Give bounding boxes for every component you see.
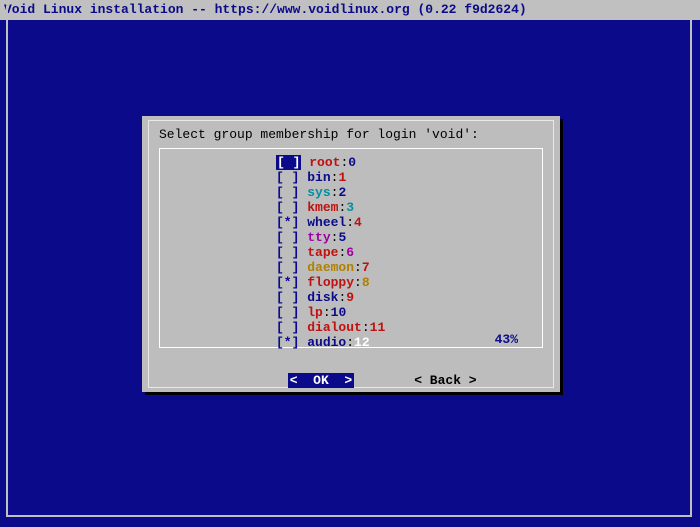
dialog-prompt: Select group membership for login 'void'…	[159, 125, 543, 148]
group-item-sys[interactable]: [ ] sys:2	[166, 185, 536, 200]
group-id: 7	[362, 260, 370, 275]
group-name: wheel	[307, 215, 346, 230]
group-name: floppy	[307, 275, 354, 290]
group-id: 11	[370, 320, 386, 335]
checkbox-icon[interactable]: [ ]	[276, 290, 299, 305]
group-id: 9	[346, 290, 354, 305]
ok-button[interactable]: < OK >	[288, 373, 354, 388]
group-id: 10	[331, 305, 347, 320]
group-name: audio	[307, 335, 346, 350]
separator: :	[323, 305, 331, 320]
group-item-wheel[interactable]: [*] wheel:4	[166, 215, 536, 230]
checkbox-icon[interactable]: [ ]	[276, 230, 299, 245]
group-id: 4	[354, 215, 362, 230]
group-name: tty	[307, 230, 330, 245]
group-name: daemon	[307, 260, 354, 275]
checkbox-icon[interactable]: [*]	[276, 335, 299, 350]
group-id: 2	[338, 185, 346, 200]
group-item-audio[interactable]: [*] audio:12	[166, 335, 536, 350]
separator: :	[362, 320, 370, 335]
checkbox-icon[interactable]: [ ]	[276, 305, 299, 320]
group-item-daemon[interactable]: [ ] daemon:7	[166, 260, 536, 275]
separator: :	[354, 260, 362, 275]
group-id: 0	[348, 155, 356, 170]
group-name: bin	[307, 170, 330, 185]
checkbox-icon[interactable]: [ ]	[276, 320, 299, 335]
checkbox-icon[interactable]: [ ]	[276, 185, 299, 200]
group-item-tty[interactable]: [ ] tty:5	[166, 230, 536, 245]
group-id: 3	[346, 200, 354, 215]
group-item-kmem[interactable]: [ ] kmem:3	[166, 200, 536, 215]
checkbox-icon[interactable]: [ ]	[276, 170, 299, 185]
group-id: 1	[338, 170, 346, 185]
checkbox-icon[interactable]: [ ]	[276, 260, 299, 275]
group-membership-dialog: Select group membership for login 'void'…	[142, 116, 560, 392]
group-list[interactable]: [ ] root:0[ ] bin:1[ ] sys:2[ ] kmem:3[*…	[159, 148, 543, 348]
group-name: tape	[307, 245, 338, 260]
separator: :	[346, 335, 354, 350]
group-id: 6	[346, 245, 354, 260]
group-id: 12	[354, 335, 370, 350]
separator: :	[346, 215, 354, 230]
installer-screen: Void Linux installation -- https://www.v…	[0, 0, 700, 527]
separator: :	[354, 275, 362, 290]
group-item-dialout[interactable]: [ ] dialout:11	[166, 320, 536, 335]
checkbox-icon[interactable]: [ ]	[276, 245, 299, 260]
group-item-root[interactable]: [ ] root:0	[166, 155, 536, 170]
group-id: 5	[338, 230, 346, 245]
group-name: disk	[307, 290, 338, 305]
checkbox-icon[interactable]: [ ]	[276, 200, 299, 215]
checkbox-icon[interactable]: [ ]	[276, 155, 301, 170]
group-item-lp[interactable]: [ ] lp:10	[166, 305, 536, 320]
group-id: 8	[362, 275, 370, 290]
group-name: dialout	[307, 320, 362, 335]
group-name: root	[309, 155, 340, 170]
group-name: kmem	[307, 200, 338, 215]
group-item-tape[interactable]: [ ] tape:6	[166, 245, 536, 260]
checkbox-icon[interactable]: [*]	[276, 275, 299, 290]
group-name: lp	[307, 305, 323, 320]
group-item-bin[interactable]: [ ] bin:1	[166, 170, 536, 185]
scroll-percent: 43%	[495, 332, 518, 347]
group-name: sys	[307, 185, 330, 200]
dialog-inner: Select group membership for login 'void'…	[148, 120, 554, 388]
back-button[interactable]: < Back >	[414, 373, 476, 388]
checkbox-icon[interactable]: [*]	[276, 215, 299, 230]
group-item-disk[interactable]: [ ] disk:9	[166, 290, 536, 305]
group-item-floppy[interactable]: [*] floppy:8	[166, 275, 536, 290]
dialog-buttons: < OK > < Back >	[159, 348, 543, 403]
